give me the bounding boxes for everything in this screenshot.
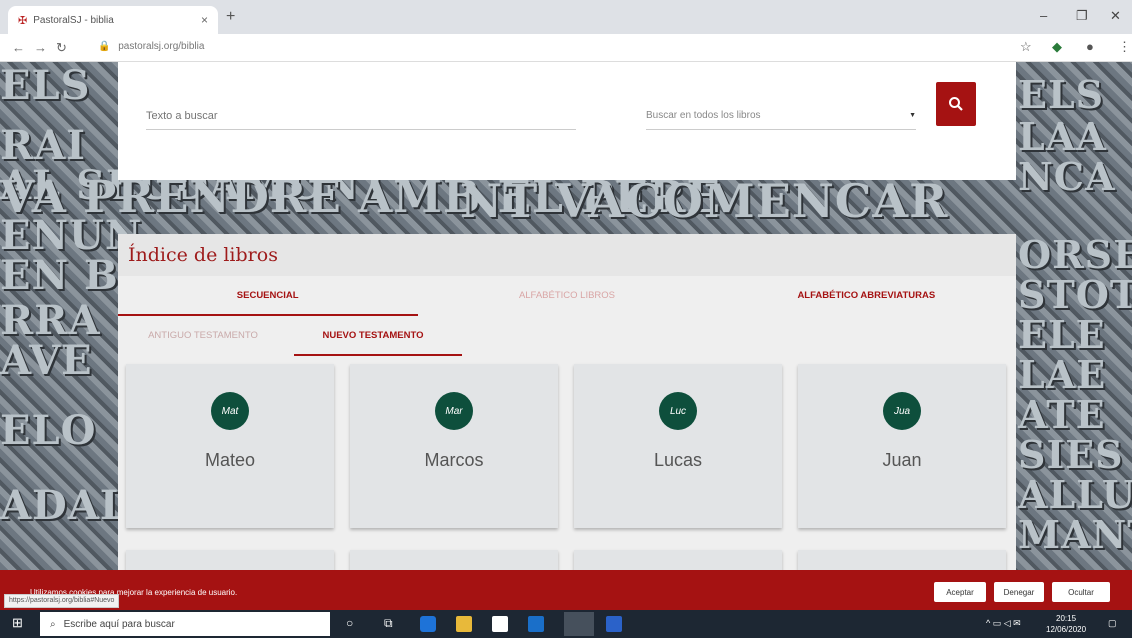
tab-title: PastoralSJ - biblia xyxy=(33,14,114,26)
tab-nuevo-testamento[interactable]: NUEVO TESTAMENTO xyxy=(288,316,458,356)
book-abbreviation-badge: Luc xyxy=(659,392,697,430)
bg-word: ELS xyxy=(1018,72,1105,117)
browser-tab-bar: ✠ PastoralSJ - biblia × + – ❐ ✕ xyxy=(0,0,1132,34)
url-field[interactable]: 🔒 pastoralsj.org/biblia xyxy=(98,41,204,52)
scope-select-value: Buscar en todos los libros xyxy=(646,110,761,121)
book-index-panel: Índice de libros SECUENCIAL ALFABÉTICO L… xyxy=(118,234,1016,570)
bg-word: MANT xyxy=(1018,512,1132,557)
bg-word: ADAL xyxy=(0,482,129,529)
extension-icon[interactable]: ◆ xyxy=(1052,39,1062,55)
mail-icon[interactable] xyxy=(528,616,544,632)
word-icon[interactable] xyxy=(606,616,622,632)
bg-word: ALLU xyxy=(1018,472,1132,517)
minimize-icon[interactable]: – xyxy=(1040,8,1047,23)
store-icon[interactable] xyxy=(492,616,508,632)
tab-alfabetico-abreviaturas[interactable]: ALFABÉTICO ABREVIATURAS xyxy=(717,276,1016,316)
book-name: Marcos xyxy=(424,450,484,470)
browser-tab[interactable]: ✠ PastoralSJ - biblia × xyxy=(8,6,218,34)
bg-word: EN B xyxy=(0,252,119,299)
tab-alfabetico-libros[interactable]: ALFABÉTICO LIBROS xyxy=(417,276,716,316)
book-card-marcos[interactable]: Mar Marcos xyxy=(350,364,558,528)
site-favicon-icon: ✠ xyxy=(18,14,28,27)
bg-word: ELE xyxy=(1018,312,1106,357)
clock-date: 12/06/2020 xyxy=(1046,625,1087,634)
book-name: Mateo xyxy=(204,450,256,470)
url-text: pastoralsj.org/biblia xyxy=(118,41,205,52)
bg-word: NT VACOMENCAR xyxy=(460,174,949,228)
profile-icon[interactable]: ● xyxy=(1086,39,1094,54)
edge-icon[interactable] xyxy=(420,616,436,632)
windows-start-icon[interactable]: ⊞ xyxy=(12,615,28,631)
index-title: Índice de libros xyxy=(118,234,1016,276)
book-abbreviation-badge: Mat xyxy=(211,392,249,430)
book-abbreviation-badge: Mar xyxy=(435,392,473,430)
new-tab-icon[interactable]: + xyxy=(226,8,235,26)
lock-icon: 🔒 xyxy=(98,41,111,52)
bg-word: LAE xyxy=(1018,352,1107,397)
cookie-hide-button[interactable]: Ocultar xyxy=(1052,582,1110,602)
book-card-partial[interactable] xyxy=(574,550,782,570)
bg-word: AVE xyxy=(0,337,93,384)
back-icon[interactable]: ← xyxy=(12,40,25,55)
book-card-partial[interactable] xyxy=(126,550,334,570)
dropdown-arrow-icon: ▼ xyxy=(909,112,916,119)
notifications-icon[interactable]: ▢ xyxy=(1108,618,1117,629)
taskbar-search-icon: ⌕ xyxy=(50,618,56,630)
tab-antiguo-testamento[interactable]: ANTIGUO TESTAMENTO xyxy=(118,316,288,356)
bg-word: ELS xyxy=(0,62,91,109)
active-subtab-indicator xyxy=(294,354,462,356)
bg-word: STOT xyxy=(1018,272,1132,317)
link-status-bar: https://pastoralsj.org/biblia#Nuevo xyxy=(4,594,120,608)
book-scope-select[interactable]: Buscar en todos los libros ▼ xyxy=(646,102,916,130)
book-card-lucas[interactable]: Luc Lucas xyxy=(574,364,782,528)
book-grid: Mat Mateo Mar Marcos Luc Lucas Jua Juan xyxy=(126,364,1008,570)
book-card-partial[interactable] xyxy=(350,550,558,570)
reload-icon[interactable]: ↻ xyxy=(56,40,67,56)
book-card-juan[interactable]: Jua Juan xyxy=(798,364,1006,528)
book-name: Lucas xyxy=(653,450,703,470)
maximize-icon[interactable]: ❐ xyxy=(1076,8,1088,24)
windows-taskbar: ⊞ ⌕ Escribe aquí para buscar ○ ⧉ ^ ▭ ◁ ✉… xyxy=(0,610,1132,638)
cortana-icon[interactable]: ○ xyxy=(346,616,362,632)
book-name: Juan xyxy=(882,450,922,470)
search-panel: Buscar en todos los libros ▼ xyxy=(118,62,1016,180)
bg-word: ATE xyxy=(1018,392,1106,437)
taskbar-clock[interactable]: 20:15 12/06/2020 xyxy=(1046,613,1086,635)
index-order-tabs: SECUENCIAL ALFABÉTICO LIBROS ALFABÉTICO … xyxy=(118,276,1016,316)
book-card-partial[interactable] xyxy=(798,550,1006,570)
bg-word: LAA xyxy=(1018,114,1107,159)
tab-secuencial[interactable]: SECUENCIAL xyxy=(118,276,417,316)
taskbar-search[interactable]: ⌕ Escribe aquí para buscar xyxy=(40,612,330,636)
bg-word: ELO xyxy=(0,407,97,454)
cookie-banner: Utilizamos cookies para mejorar la exper… xyxy=(0,570,1132,610)
task-view-icon[interactable]: ⧉ xyxy=(384,616,400,632)
bg-word: NCA xyxy=(1018,154,1116,199)
file-explorer-icon[interactable] xyxy=(456,616,472,632)
testament-tabs: ANTIGUO TESTAMENTO NUEVO TESTAMENTO xyxy=(118,316,1016,356)
bookmark-star-icon[interactable]: ☆ xyxy=(1020,39,1032,55)
chrome-taskbar-icon[interactable] xyxy=(564,612,594,636)
cookie-accept-button[interactable]: Aceptar xyxy=(934,582,986,602)
page-viewport: ELS RAI AL SEUDAMUNT VA PRENDRE AMB EL P… xyxy=(0,62,1132,570)
taskbar-search-text: Escribe aquí para buscar xyxy=(63,618,175,630)
address-bar: ← → ↻ 🔒 pastoralsj.org/biblia ☆ ◆ ● ⋮ xyxy=(0,34,1132,62)
menu-icon[interactable]: ⋮ xyxy=(1118,39,1131,55)
forward-icon[interactable]: → xyxy=(34,40,47,55)
close-window-icon[interactable]: ✕ xyxy=(1110,8,1121,24)
bg-word: ORSE xyxy=(1018,232,1132,277)
close-tab-icon[interactable]: × xyxy=(201,13,208,27)
bg-word: SIES xyxy=(1018,432,1124,477)
search-input[interactable] xyxy=(146,102,576,130)
search-button[interactable] xyxy=(936,82,976,126)
book-abbreviation-badge: Jua xyxy=(883,392,921,430)
system-tray-icons[interactable]: ^ ▭ ◁ ✉ xyxy=(986,618,1021,629)
search-icon xyxy=(949,97,963,111)
clock-time: 20:15 xyxy=(1056,614,1077,623)
cookie-deny-button[interactable]: Denegar xyxy=(994,582,1044,602)
book-card-mateo[interactable]: Mat Mateo xyxy=(126,364,334,528)
